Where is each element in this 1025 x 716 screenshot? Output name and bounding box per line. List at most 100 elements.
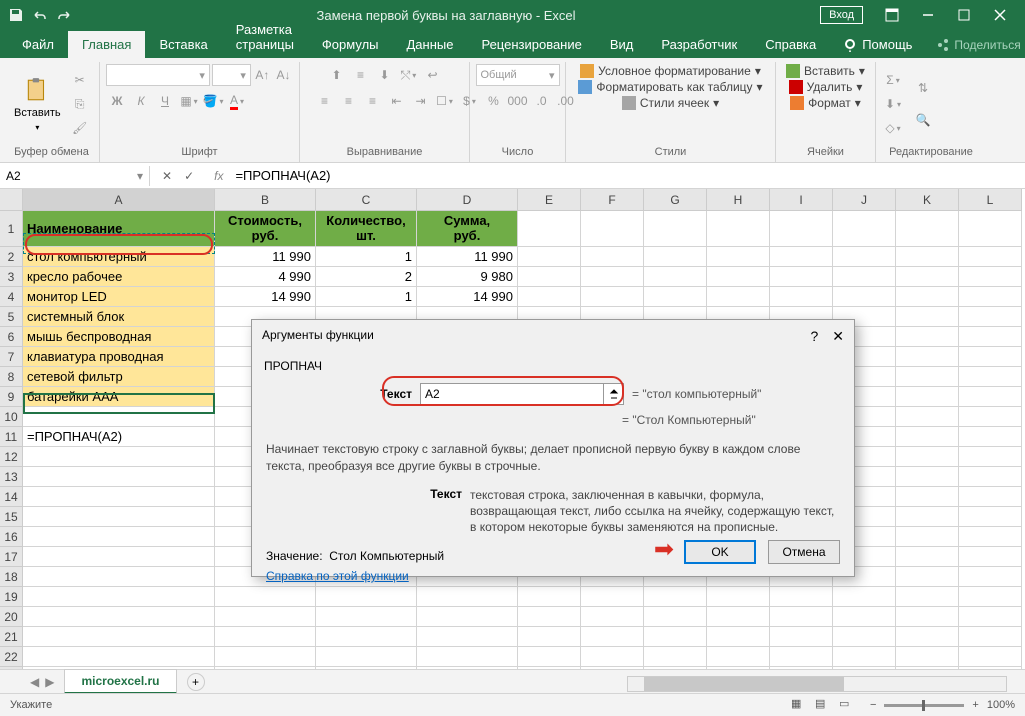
bold-icon[interactable]: Ж [106,90,128,112]
row-header[interactable]: 22 [0,647,23,667]
cell[interactable]: 14 990 [215,287,316,307]
align-right-icon[interactable]: ≡ [362,90,384,112]
align-left-icon[interactable]: ≡ [314,90,336,112]
delete-cells-button[interactable]: Удалить▾ [789,80,863,94]
ribbon-options-icon[interactable] [875,3,909,27]
ok-button[interactable]: OK [684,540,756,564]
tab-formulas[interactable]: Формулы [308,31,393,58]
format-as-table-button[interactable]: Форматировать как таблицу▾ [578,80,762,94]
row-header[interactable]: 10 [0,407,23,427]
font-name-select[interactable]: ▾ [106,64,210,86]
copy-icon[interactable]: ⎘ [69,93,91,115]
fill-color-icon[interactable]: 🪣 [202,90,224,112]
col-header-e[interactable]: E [518,189,581,211]
find-select-icon[interactable]: 🔍 [908,105,938,135]
row-header[interactable]: 7 [0,347,23,367]
row-header[interactable]: 11 [0,427,23,447]
formula-input[interactable]: =ПРОПНАЧ(A2) [231,165,1025,186]
col-header-a[interactable]: A [23,189,215,211]
cut-icon[interactable]: ✂ [69,69,91,91]
arg-input[interactable] [420,383,604,405]
collapse-dialog-icon[interactable] [604,383,624,405]
increase-font-icon[interactable]: A↑ [253,64,272,86]
row-header[interactable]: 12 [0,447,23,467]
tab-developer[interactable]: Разработчик [647,31,751,58]
tab-insert[interactable]: Вставка [145,31,221,58]
row-header[interactable]: 2 [0,247,23,267]
align-bottom-icon[interactable]: ⬇ [374,64,396,86]
cell-styles-button[interactable]: Стили ячеек▾ [622,96,719,110]
cell[interactable]: 2 [316,267,417,287]
conditional-format-button[interactable]: Условное форматирование▾ [580,64,761,78]
cell[interactable]: монитор LED [23,287,215,307]
tab-help[interactable]: Справка [751,31,830,58]
align-top-icon[interactable]: ⬆ [326,64,348,86]
row-header[interactable]: 8 [0,367,23,387]
font-color-icon[interactable]: A [226,90,248,112]
wrap-text-icon[interactable]: ↩ [422,64,444,86]
insert-cells-button[interactable]: Вставить▾ [786,64,865,78]
decrease-font-icon[interactable]: A↓ [274,64,293,86]
fill-icon[interactable]: ⬇ [882,93,904,115]
zoom-out-icon[interactable]: − [870,699,876,711]
cancel-button[interactable]: Отмена [768,540,840,564]
indent-icon[interactable]: ⇥ [410,90,432,112]
help-icon[interactable]: ? [810,328,818,345]
share-button[interactable]: Поделиться [926,32,1025,58]
col-header-j[interactable]: J [833,189,896,211]
table-header[interactable]: Количество,шт. [316,211,417,247]
fx-icon[interactable]: fx [206,169,231,183]
currency-icon[interactable]: $ [459,90,481,112]
cell[interactable]: мышь беспроводная [23,327,215,347]
col-header-c[interactable]: C [316,189,417,211]
cell[interactable]: стол компьютерный [23,247,215,267]
tab-file[interactable]: Файл [8,31,68,58]
row-header[interactable]: 5 [0,307,23,327]
redo-icon[interactable] [56,7,72,23]
login-button[interactable]: Вход [820,6,863,24]
comma-icon[interactable]: 000 [507,90,529,112]
inc-dec-icon[interactable]: .0 [531,90,553,112]
col-header-f[interactable]: F [581,189,644,211]
cancel-formula-icon[interactable]: ✕ [162,169,172,183]
autosum-icon[interactable]: Σ [882,69,904,91]
zoom-slider[interactable] [884,704,964,707]
italic-icon[interactable]: К [130,90,152,112]
cell[interactable]: 11 990 [417,247,518,267]
cell[interactable]: кресло рабочее [23,267,215,287]
sort-filter-icon[interactable]: ⇅ [908,73,938,103]
minimize-icon[interactable] [911,3,945,27]
row-header[interactable]: 3 [0,267,23,287]
cell[interactable]: 1 [316,247,417,267]
row-header[interactable]: 21 [0,627,23,647]
select-all-corner[interactable] [0,189,23,211]
save-icon[interactable] [8,7,24,23]
col-header-g[interactable]: G [644,189,707,211]
percent-icon[interactable]: % [483,90,505,112]
cell[interactable]: 4 990 [215,267,316,287]
outdent-icon[interactable]: ⇤ [386,90,408,112]
format-painter-icon[interactable]: 🖌 [69,117,91,139]
merge-icon[interactable]: ☐ [434,90,456,112]
row-header[interactable]: 4 [0,287,23,307]
row-header[interactable]: 18 [0,567,23,587]
horizontal-scrollbar[interactable] [627,676,1007,692]
sheet-tab[interactable]: microexcel.ru [64,669,176,694]
cell[interactable]: клавиатура проводная [23,347,215,367]
tab-data[interactable]: Данные [393,31,468,58]
format-cells-button[interactable]: Формат▾ [790,96,861,110]
row-header[interactable]: 20 [0,607,23,627]
row-header[interactable]: 14 [0,487,23,507]
close-icon[interactable]: ✕ [832,328,844,345]
name-box[interactable]: A2▾ [0,166,150,186]
col-header-b[interactable]: B [215,189,316,211]
table-header[interactable]: Сумма,руб. [417,211,518,247]
cell[interactable]: батарейки AAA [23,387,215,407]
tab-view[interactable]: Вид [596,31,648,58]
clear-icon[interactable]: ◇ [882,117,904,139]
underline-icon[interactable]: Ч [154,90,176,112]
tellme[interactable]: Помощь [830,31,926,58]
number-format-select[interactable]: Общий▾ [476,64,560,86]
row-header[interactable]: 1 [0,211,23,247]
cell[interactable]: 1 [316,287,417,307]
